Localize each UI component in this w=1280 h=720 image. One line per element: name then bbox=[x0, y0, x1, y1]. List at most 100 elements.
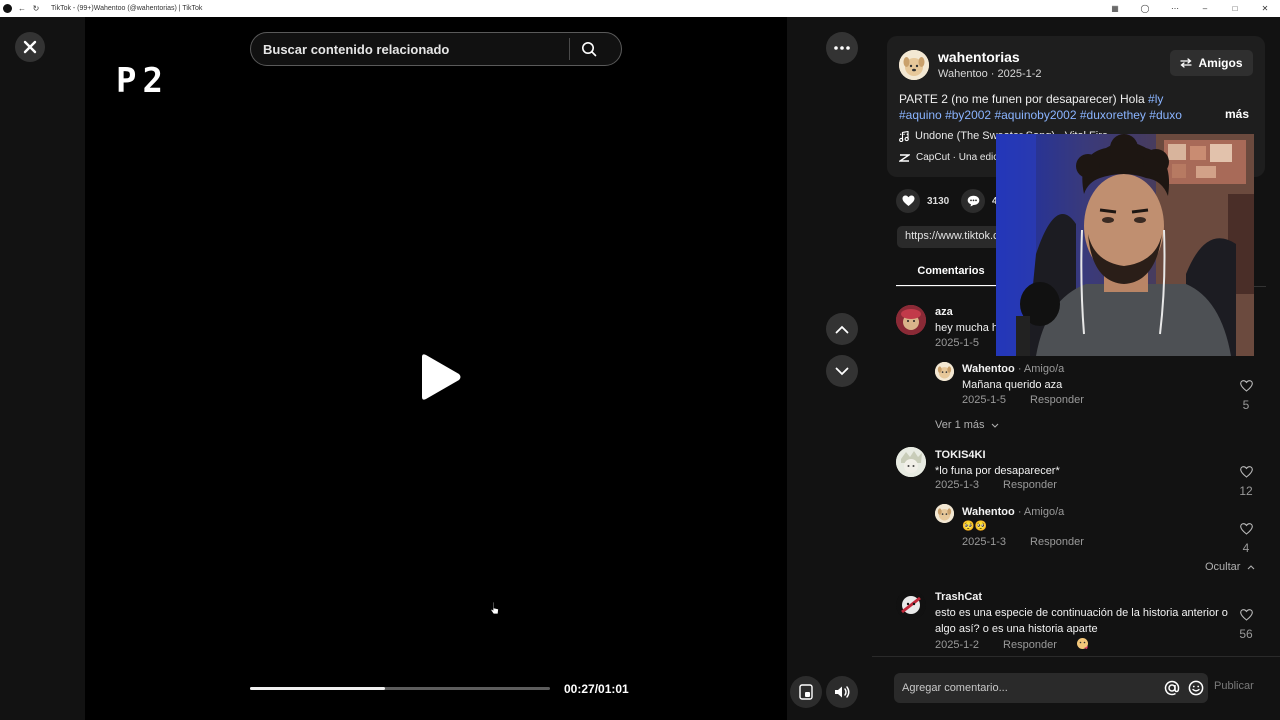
at-sign-icon bbox=[1164, 680, 1180, 696]
reply-button[interactable]: Responder bbox=[1003, 479, 1057, 491]
comment-avatar[interactable] bbox=[896, 305, 926, 335]
comment-composer: Publicar bbox=[872, 656, 1280, 720]
capcut-icon bbox=[899, 153, 910, 162]
chevron-down-icon bbox=[991, 423, 998, 428]
chevron-down-icon bbox=[835, 367, 849, 375]
browser-tab-title: TikTok - (99+)Wahentoo (@wahentorias) | … bbox=[51, 5, 203, 12]
comment-button[interactable] bbox=[961, 189, 985, 213]
video-overlay-text: P2 bbox=[116, 61, 169, 101]
more-options-button[interactable] bbox=[826, 32, 858, 64]
chevron-up-icon bbox=[835, 325, 849, 333]
comment-username[interactable]: TrashCat bbox=[935, 591, 982, 603]
comment-avatar[interactable] bbox=[896, 590, 926, 620]
picture-in-picture-button[interactable] bbox=[790, 676, 822, 708]
capcut-row[interactable]: CapCut · Una edición bbox=[899, 152, 1012, 163]
reply-avatar[interactable] bbox=[935, 362, 954, 381]
minimize-icon[interactable]: – bbox=[1190, 4, 1220, 13]
close-window-icon[interactable]: ✕ bbox=[1250, 4, 1280, 13]
reply-user-link[interactable]: Wahentoo bbox=[962, 363, 1015, 375]
tab-comments[interactable]: Comentarios bbox=[896, 257, 1006, 287]
comment-date: 2025-1-3 bbox=[935, 479, 980, 491]
reaction-emoji-icon bbox=[1076, 638, 1088, 649]
reply-button[interactable]: Responder bbox=[1003, 639, 1057, 651]
comment-username[interactable]: TOKIS4KI bbox=[935, 449, 986, 461]
heart-icon bbox=[902, 195, 914, 206]
reply-meta: 2025-1-5 Responder bbox=[962, 394, 1084, 406]
video-area: P2 00:27/01:01 bbox=[0, 17, 872, 720]
comment-text: esto es una especie de continuación de l… bbox=[935, 607, 1228, 635]
reply-like[interactable]: 5 bbox=[1234, 379, 1258, 412]
reply-username: Wahentoo · Amigo/a bbox=[962, 363, 1064, 375]
next-video-button[interactable] bbox=[826, 355, 858, 387]
tiktok-favicon-icon bbox=[3, 4, 12, 13]
comment-like[interactable]: 56 bbox=[1234, 608, 1258, 641]
comment-like[interactable]: 12 bbox=[1234, 465, 1258, 498]
mouse-cursor-icon bbox=[490, 601, 499, 615]
reply-avatar[interactable] bbox=[935, 504, 954, 523]
friend-badge: · Amigo/a bbox=[1017, 506, 1065, 518]
like-count: 5 bbox=[1242, 398, 1250, 412]
close-button[interactable] bbox=[15, 32, 45, 62]
search-button[interactable] bbox=[570, 33, 608, 65]
volume-button[interactable] bbox=[826, 676, 858, 708]
hide-replies[interactable]: Ocultar bbox=[1205, 561, 1255, 573]
browser-title-bar: ← ↻ TikTok - (99+)Wahentoo (@wahentorias… bbox=[0, 0, 1280, 17]
hide-replies-label: Ocultar bbox=[1205, 561, 1241, 573]
view-more-label: Ver 1 más bbox=[935, 419, 985, 431]
heart-outline-icon bbox=[1239, 466, 1253, 478]
comment-date: 2025-1-2 bbox=[935, 639, 980, 651]
search-bar bbox=[250, 32, 622, 66]
reply-username: Wahentoo · Amigo/a bbox=[962, 506, 1064, 518]
previous-video-button[interactable] bbox=[826, 313, 858, 345]
comment-text: *lo funa por desaparecer* bbox=[935, 465, 1060, 477]
dog-avatar-icon bbox=[899, 50, 929, 80]
comment-date: 2025-1-5 bbox=[935, 337, 980, 349]
reply-date: 2025-1-5 bbox=[962, 394, 1007, 406]
author-avatar[interactable] bbox=[899, 50, 929, 80]
hashtag-link[interactable]: #ly bbox=[1148, 92, 1163, 106]
friends-button[interactable]: Amigos bbox=[1170, 50, 1253, 76]
play-icon bbox=[422, 354, 461, 400]
reply-button[interactable]: Responder bbox=[1030, 394, 1084, 406]
reply-text: 🥺🥺 bbox=[962, 521, 987, 532]
reply-meta: 2025-1-3 Responder bbox=[962, 536, 1084, 548]
progress-fill bbox=[250, 687, 385, 690]
reply-user-link[interactable]: Wahentoo bbox=[962, 506, 1015, 518]
reload-icon[interactable]: ↻ bbox=[29, 2, 43, 16]
comment-meta: 2025-1-3 Responder bbox=[935, 479, 1057, 491]
view-more-replies[interactable]: Ver 1 más bbox=[935, 419, 999, 431]
translate-icon[interactable]: ▦ bbox=[1100, 4, 1130, 13]
hashtag-link[interactable]: #aquino bbox=[899, 108, 942, 122]
chevron-up-icon bbox=[1247, 565, 1254, 570]
music-note-icon bbox=[899, 130, 909, 142]
time-display: 00:27/01:01 bbox=[564, 682, 629, 696]
volume-icon bbox=[834, 686, 849, 698]
comment-bubble-icon bbox=[967, 195, 979, 207]
reply-like[interactable]: 4 bbox=[1234, 522, 1258, 555]
emoji-button[interactable] bbox=[1184, 676, 1208, 700]
friend-badge: · Amigo/a bbox=[1017, 363, 1065, 375]
play-button[interactable] bbox=[412, 349, 468, 405]
comment-username[interactable]: aza bbox=[935, 306, 953, 318]
author-username[interactable]: wahentorias bbox=[938, 49, 1020, 65]
like-button[interactable] bbox=[896, 189, 920, 213]
search-input[interactable] bbox=[251, 41, 569, 57]
like-count: 4 bbox=[1242, 541, 1250, 555]
hashtag-link[interactable]: #duxo bbox=[1149, 108, 1182, 122]
hashtag-link[interactable]: #duxorethey bbox=[1080, 108, 1146, 122]
extensions-icon[interactable]: ⋯ bbox=[1160, 4, 1190, 13]
reply-button[interactable]: Responder bbox=[1030, 536, 1084, 548]
progress-bar[interactable] bbox=[250, 687, 550, 690]
zoom-icon[interactable]: ◯ bbox=[1130, 4, 1160, 13]
comment-avatar[interactable] bbox=[896, 447, 926, 477]
hashtag-link[interactable]: #by2002 bbox=[945, 108, 991, 122]
caption-more-link[interactable]: más bbox=[1225, 107, 1249, 121]
comment-input[interactable] bbox=[894, 682, 1160, 694]
publish-button[interactable]: Publicar bbox=[1214, 680, 1254, 692]
heart-outline-icon bbox=[1239, 380, 1253, 392]
back-icon[interactable]: ← bbox=[15, 2, 29, 16]
details-panel: wahentorias Wahentoo · 2025-1-2 Amigos P… bbox=[872, 17, 1280, 720]
maximize-icon[interactable]: □ bbox=[1220, 4, 1250, 13]
hashtag-link[interactable]: #aquinoby2002 bbox=[994, 108, 1076, 122]
mention-button[interactable] bbox=[1160, 676, 1184, 700]
